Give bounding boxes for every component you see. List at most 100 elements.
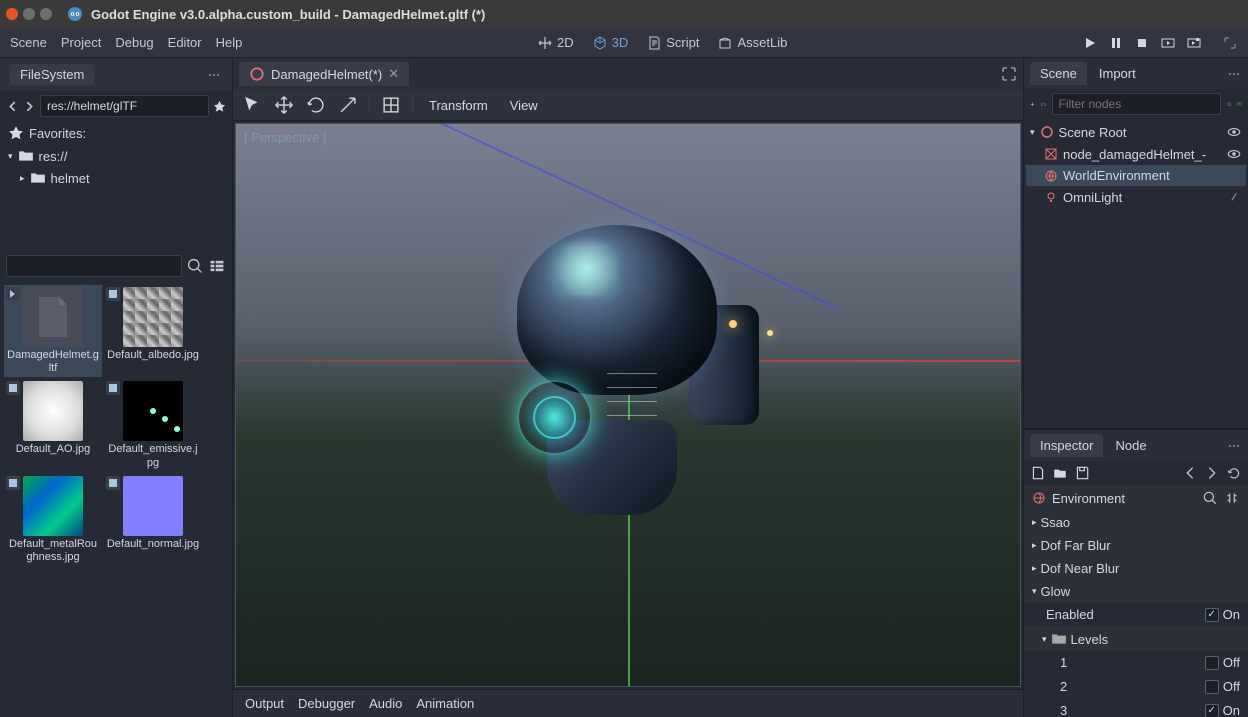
history-icon[interactable] [1226, 465, 1242, 481]
select-tool[interactable] [241, 94, 263, 116]
history-prev-icon[interactable] [1182, 465, 1198, 481]
search-icon[interactable] [186, 257, 204, 275]
prop-glow-level-3: 3On [1024, 699, 1248, 717]
prop-group-dof-far[interactable]: ▸Dof Far Blur [1024, 534, 1248, 557]
save-resource-icon[interactable] [1074, 465, 1090, 481]
inspector-tab[interactable]: Inspector [1030, 434, 1103, 457]
visibility-icon[interactable] [1226, 189, 1242, 205]
environment-resource-icon [1032, 491, 1046, 505]
folder-icon [30, 170, 46, 186]
debugger-tab[interactable]: Debugger [298, 696, 355, 711]
window-close-button[interactable] [6, 8, 18, 20]
nav-forward-button[interactable] [23, 97, 36, 115]
distraction-free-icon[interactable] [1001, 66, 1017, 82]
pause-button[interactable] [1108, 35, 1124, 51]
favorite-button[interactable] [213, 97, 226, 115]
scale-tool[interactable] [337, 94, 359, 116]
prop-glow-enabled: Enabled On [1024, 603, 1248, 627]
import-dock-tab[interactable]: Import [1089, 62, 1146, 85]
3d-viewport[interactable]: [ Perspective ] [235, 123, 1021, 687]
node-tab[interactable]: Node [1105, 434, 1156, 457]
spatial-icon [1040, 125, 1054, 139]
prop-group-glow[interactable]: ▾Glow [1024, 580, 1248, 603]
view-mode-icon[interactable] [208, 257, 226, 275]
audio-tab[interactable]: Audio [369, 696, 402, 711]
scene-tab-damagedhelmet[interactable]: DamagedHelmet(*) ✕ [239, 62, 409, 86]
glow-level-2-checkbox[interactable] [1205, 680, 1219, 694]
mode-2d-button[interactable]: 2D [533, 33, 578, 53]
window-title: Godot Engine v3.0.alpha.custom_build - D… [91, 7, 485, 22]
mode-assetlib-button[interactable]: AssetLib [713, 33, 791, 53]
scene-dock-tab[interactable]: Scene [1030, 62, 1087, 85]
mode-3d-button[interactable]: 3D [588, 33, 633, 53]
menu-debug[interactable]: Debug [115, 35, 153, 50]
expand-icon[interactable] [1222, 35, 1238, 51]
menu-help[interactable]: Help [216, 35, 243, 50]
dock-menu-icon[interactable] [1226, 66, 1242, 82]
transform-menu[interactable]: Transform [423, 96, 494, 115]
window-maximize-button[interactable] [40, 8, 52, 20]
view-menu[interactable]: View [504, 96, 544, 115]
stop-button[interactable] [1134, 35, 1150, 51]
add-node-button[interactable] [1030, 96, 1035, 112]
mode-script-button[interactable]: Script [642, 33, 703, 53]
cube-icon [592, 35, 608, 51]
menu-editor[interactable]: Editor [168, 35, 202, 50]
scene-node-omnilight[interactable]: OmniLight [1026, 186, 1246, 208]
tree-helmet-folder[interactable]: ▸ helmet [0, 167, 232, 189]
helmet-mesh-preview [487, 225, 767, 525]
scene-node-mesh[interactable]: node_damagedHelmet_- [1026, 143, 1246, 165]
rotate-tool[interactable] [305, 94, 327, 116]
dock-menu-icon[interactable] [1226, 438, 1242, 454]
menu-project[interactable]: Project [61, 35, 101, 50]
prop-group-ssao[interactable]: ▸Ssao [1024, 511, 1248, 534]
scene-node-worldenv[interactable]: WorldEnvironment [1026, 165, 1246, 186]
settings-icon[interactable] [1224, 490, 1240, 506]
move-tool[interactable] [273, 94, 295, 116]
nav-back-button[interactable] [6, 97, 19, 115]
file-item-gltf[interactable]: DamagedHelmet.gltf [4, 285, 102, 377]
file-item-normal[interactable]: Default_normal.jpg [104, 474, 202, 566]
right-panel: Scene Import ▾ Scene Root [1023, 58, 1248, 717]
prop-group-dof-near[interactable]: ▸Dof Near Blur [1024, 557, 1248, 580]
close-tab-button[interactable]: ✕ [388, 66, 399, 82]
history-next-icon[interactable] [1204, 465, 1220, 481]
path-input[interactable] [40, 95, 209, 117]
play-button[interactable] [1082, 35, 1098, 51]
output-tab[interactable]: Output [245, 696, 284, 711]
arrows-icon [537, 35, 553, 51]
new-resource-icon[interactable] [1030, 465, 1046, 481]
local-space-toggle[interactable] [380, 94, 402, 116]
file-grid: DamagedHelmet.gltf Default_albedo.jpg De… [0, 281, 232, 717]
file-item-ao[interactable]: Default_AO.jpg [4, 379, 102, 471]
file-item-metal[interactable]: Default_metalRoughness.jpg [4, 474, 102, 566]
visibility-icon[interactable] [1226, 146, 1242, 162]
godot-logo-icon [67, 6, 83, 22]
play-scene-button[interactable] [1160, 35, 1176, 51]
script-icon [646, 35, 662, 51]
load-resource-icon[interactable] [1052, 465, 1068, 481]
search-icon[interactable] [1227, 96, 1232, 112]
play-custom-button[interactable] [1186, 35, 1202, 51]
scene-node-root[interactable]: ▾ Scene Root [1026, 121, 1246, 143]
window-minimize-button[interactable] [23, 8, 35, 20]
search-props-icon[interactable] [1202, 490, 1218, 506]
animation-tab[interactable]: Animation [416, 696, 474, 711]
viewport-toolbar: Transform View [233, 90, 1023, 121]
file-item-emissive[interactable]: Default_emissive.jpg [104, 379, 202, 471]
tree-root[interactable]: ▾ res:// [0, 145, 232, 167]
perspective-label[interactable]: [ Perspective ] [244, 130, 326, 145]
file-search-input[interactable] [6, 255, 182, 277]
filter-nodes-input[interactable] [1052, 93, 1221, 115]
glow-level-1-checkbox[interactable] [1205, 656, 1219, 670]
filesystem-tab[interactable]: FileSystem [10, 64, 94, 85]
instance-scene-button[interactable] [1041, 96, 1046, 112]
panel-menu-icon[interactable] [206, 67, 222, 83]
glow-level-3-checkbox[interactable] [1205, 704, 1219, 717]
attach-script-icon[interactable] [1237, 96, 1242, 112]
file-item-albedo[interactable]: Default_albedo.jpg [104, 285, 202, 377]
menu-scene[interactable]: Scene [10, 35, 47, 50]
glow-enabled-checkbox[interactable] [1205, 608, 1219, 622]
visibility-icon[interactable] [1226, 124, 1242, 140]
prop-subgroup-levels[interactable]: ▾ Levels [1024, 627, 1248, 651]
